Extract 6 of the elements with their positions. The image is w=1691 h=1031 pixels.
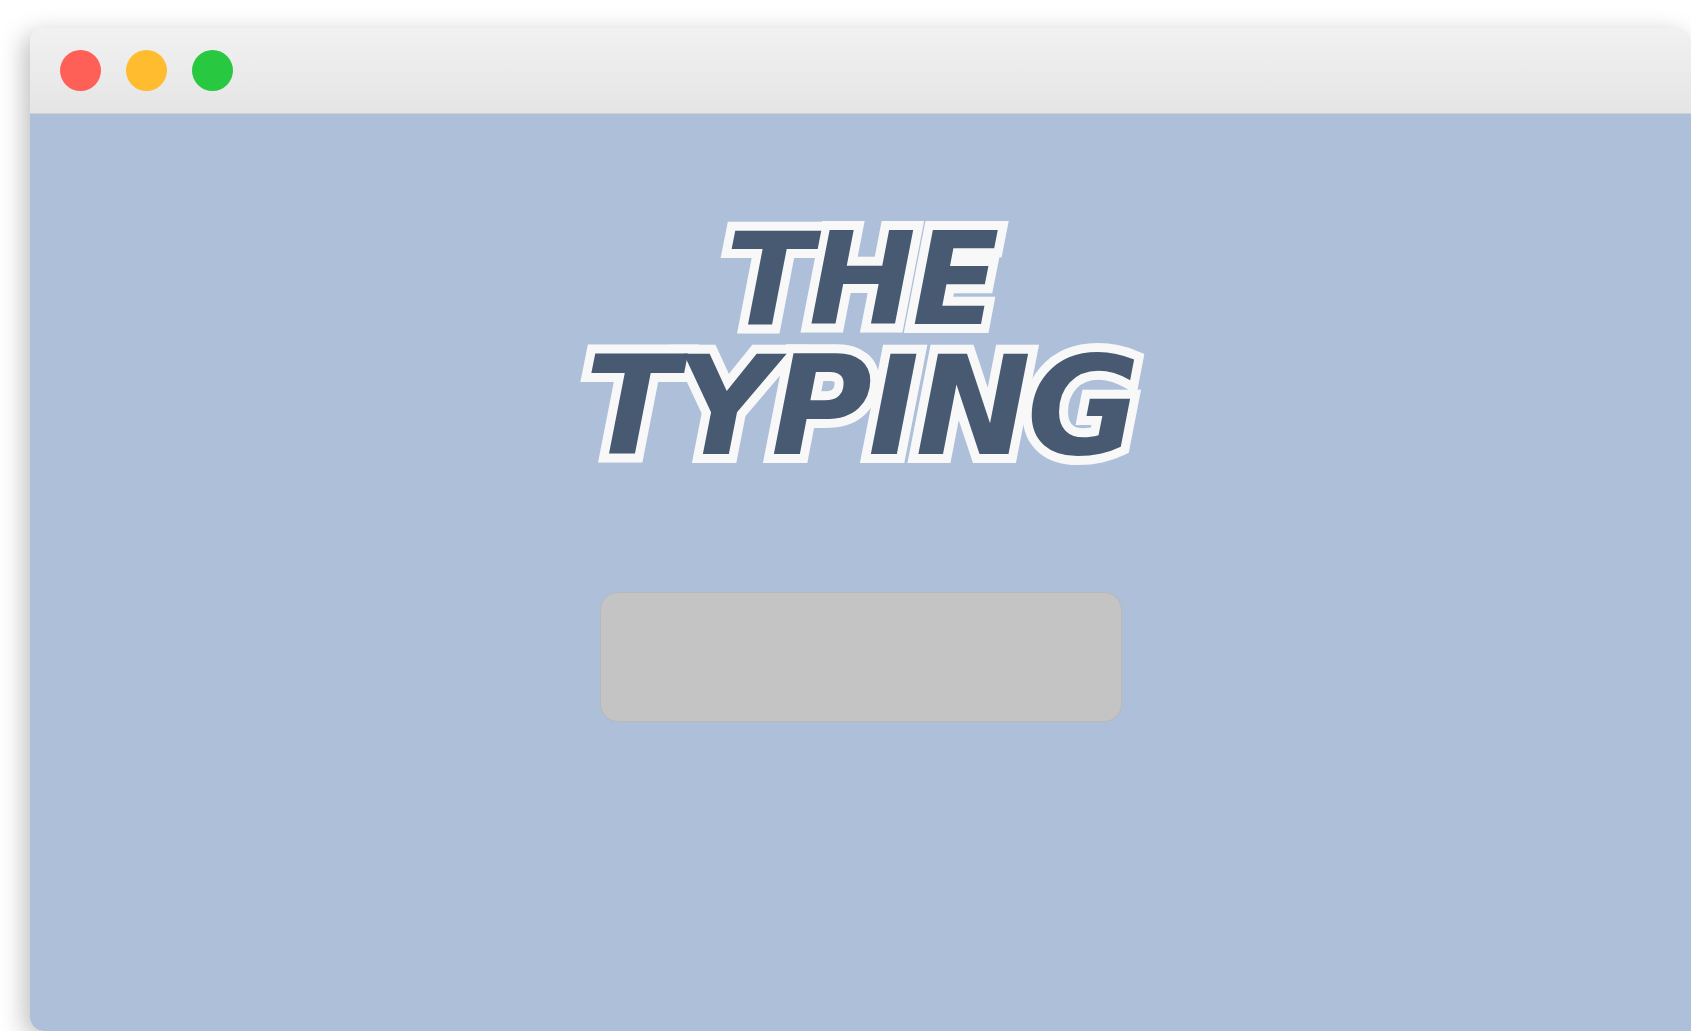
zoom-button[interactable] bbox=[192, 50, 233, 91]
start-button[interactable] bbox=[599, 591, 1122, 722]
logo-text: THE bbox=[725, 219, 996, 341]
logo-text: TYPING bbox=[584, 340, 1137, 472]
close-button[interactable] bbox=[60, 50, 101, 91]
minimize-button[interactable] bbox=[126, 50, 167, 91]
